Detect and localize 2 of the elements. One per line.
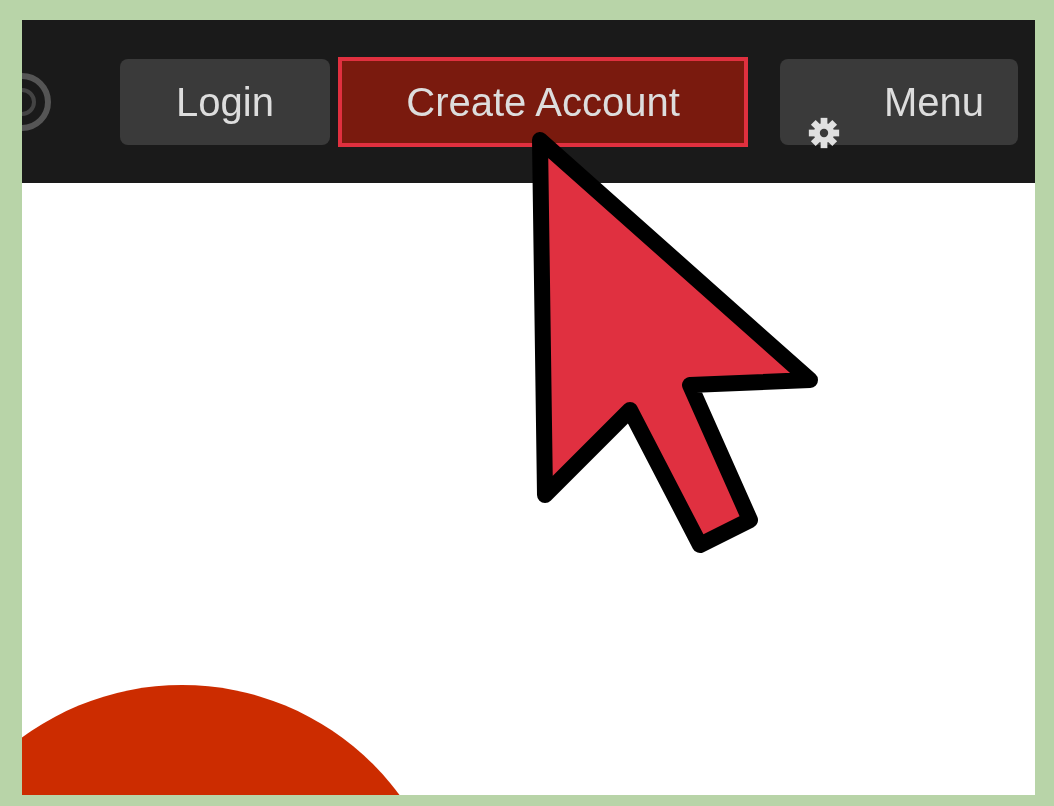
nav-button[interactable]: Create Account bbox=[338, 56, 748, 147]
nav-button[interactable]: Login bbox=[120, 58, 330, 145]
